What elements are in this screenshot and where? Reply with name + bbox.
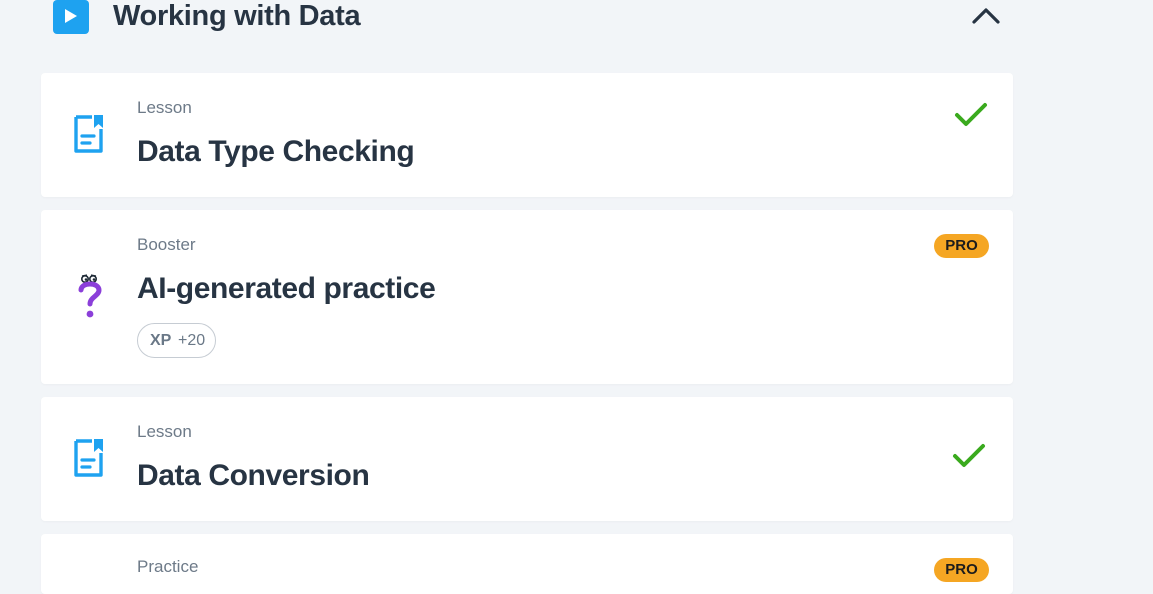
- pro-badge: PRO: [934, 558, 989, 582]
- lesson-document-icon: [74, 439, 103, 477]
- item-title: Data Conversion: [137, 459, 370, 492]
- item-title: Data Type Checking: [137, 135, 415, 168]
- item-title: AI-generated practice: [137, 272, 436, 305]
- item-type-label: Lesson: [137, 422, 192, 441]
- lesson-document-icon: [74, 115, 103, 153]
- booster-card[interactable]: Booster PRO AI-generated practice XP +20: [41, 210, 1013, 384]
- checkmark-icon: [953, 444, 985, 467]
- module-header[interactable]: Working with Data: [0, 0, 1153, 40]
- xp-label: XP: [150, 332, 172, 349]
- module-title: Working with Data: [113, 0, 361, 32]
- lesson-card[interactable]: Lesson Data Conversion: [41, 397, 1013, 521]
- xp-value: +20: [178, 332, 206, 349]
- lesson-card[interactable]: Lesson Data Type Checking: [41, 73, 1013, 197]
- chevron-up-icon: [972, 8, 1000, 24]
- play-icon: [53, 0, 89, 34]
- item-type-label: Booster: [137, 235, 196, 254]
- checkmark-icon: [955, 103, 987, 126]
- item-type-label: Lesson: [137, 98, 192, 117]
- question-mark-icon: [78, 274, 102, 318]
- collapse-button[interactable]: [970, 2, 1002, 30]
- practice-card[interactable]: Practice PRO: [41, 534, 1013, 594]
- pro-badge: PRO: [934, 234, 989, 258]
- xp-reward-badge: XP +20: [137, 323, 216, 358]
- item-type-label: Practice: [137, 557, 199, 576]
